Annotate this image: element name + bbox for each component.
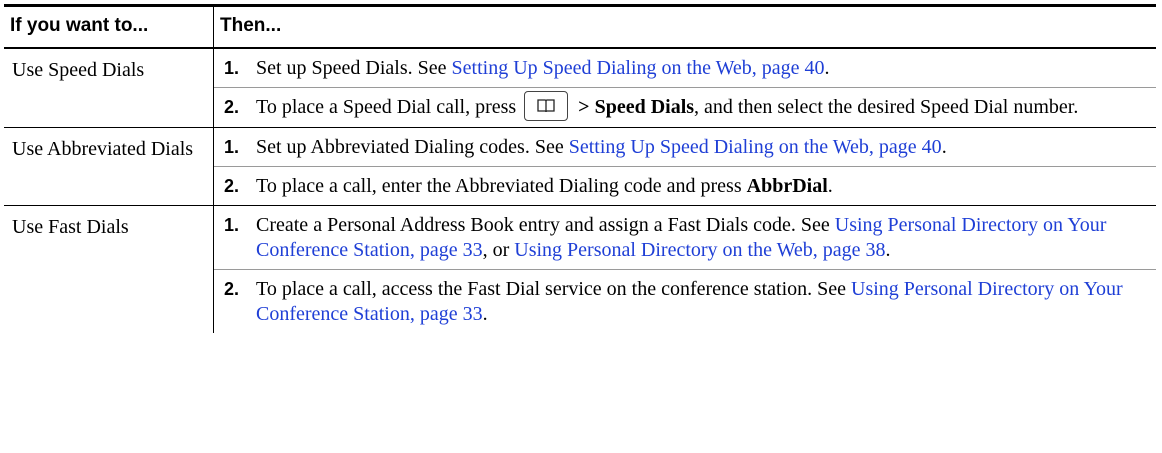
step-number: 2. [224,97,240,117]
list-item: 2. To place a call, access the Fast Dial… [214,270,1156,333]
row-label: Use Speed Dials [4,49,214,128]
list-item: 1. Set up Speed Dials. See Setting Up Sp… [214,49,1156,88]
step-text-part: To place a call, access the Fast Dial se… [256,278,852,301]
step-text-part: . [824,57,830,79]
step-text-part: Set up Abbreviated Dialing codes. See [256,136,569,159]
step-number: 2. [224,176,240,197]
step-text-part: . [827,175,833,198]
link-speed-dialing-web[interactable]: Setting Up Speed Dialing on the Web, pag… [569,136,942,158]
row-label: Use Fast Dials [4,206,214,334]
list-item: 2. To place a Speed Dial call, press > Sp… [214,88,1156,127]
step-text: Set up Speed Dials. See Setting Up Speed… [256,56,1150,81]
step-text-part: , and then select the desired Speed Dial… [694,96,1079,118]
step-text-part: To place a call, enter the Abbreviated D… [256,175,747,198]
step-number: 1. [224,58,240,78]
list-item: 1. Set up Abbreviated Dialing codes. See… [214,128,1156,168]
step-text-part: . [482,303,488,326]
step-list: 1. Set up Abbreviated Dialing codes. See… [214,128,1156,205]
step-text: To place a call, enter the Abbreviated D… [256,174,1150,199]
header-if-you-want: If you want to... [4,7,214,47]
header-then: Then... [220,15,282,36]
step-text-part: . [941,136,947,159]
step-list: 1. Set up Speed Dials. See Setting Up Sp… [214,49,1156,127]
step-text-part: Create a Personal Address Book entry and… [256,214,835,237]
step-number: 2. [224,279,240,300]
link-speed-dialing-web[interactable]: Setting Up Speed Dialing on the Web, pag… [452,57,825,79]
row-label: Use Abbreviated Dials [4,128,214,206]
step-list: 1. Create a Personal Address Book entry … [214,206,1156,333]
list-item: 2. To place a call, enter the Abbreviate… [214,167,1156,205]
link-personal-directory-web[interactable]: Using Personal Directory on the Web, pag… [514,239,885,261]
step-text-part: , or [482,239,515,262]
step-text: Set up Abbreviated Dialing codes. See Se… [256,135,1150,160]
step-number: 1. [224,137,240,158]
step-text: To place a call, access the Fast Dial se… [256,277,1150,327]
step-text-part: Set up Speed Dials. See [256,57,452,79]
step-text-part: To place a Speed Dial call, press [256,96,517,118]
instructions-table: If you want to... Then... Use Speed Dial… [4,4,1156,334]
step-text: Create a Personal Address Book entry and… [256,213,1150,263]
book-icon [537,99,555,113]
step-number: 1. [224,215,240,236]
table-row: Use Abbreviated Dials 1. Set up Abbrevia… [4,128,1156,207]
list-item: 1. Create a Personal Address Book entry … [214,206,1156,271]
abbrdial-softkey-label: AbbrDial [746,175,828,198]
directories-key [524,91,569,122]
table-row: Use Fast Dials 1. Create a Personal Addr… [4,206,1156,334]
table-row: Use Speed Dials 1. Set up Speed Dials. S… [4,49,1156,129]
step-text: To place a Speed Dial call, press > Speed… [256,91,1150,122]
table-header: If you want to... Then... [4,7,1156,49]
speed-dials-label: > Speed Dials [578,96,695,118]
step-text-part: . [885,239,891,262]
